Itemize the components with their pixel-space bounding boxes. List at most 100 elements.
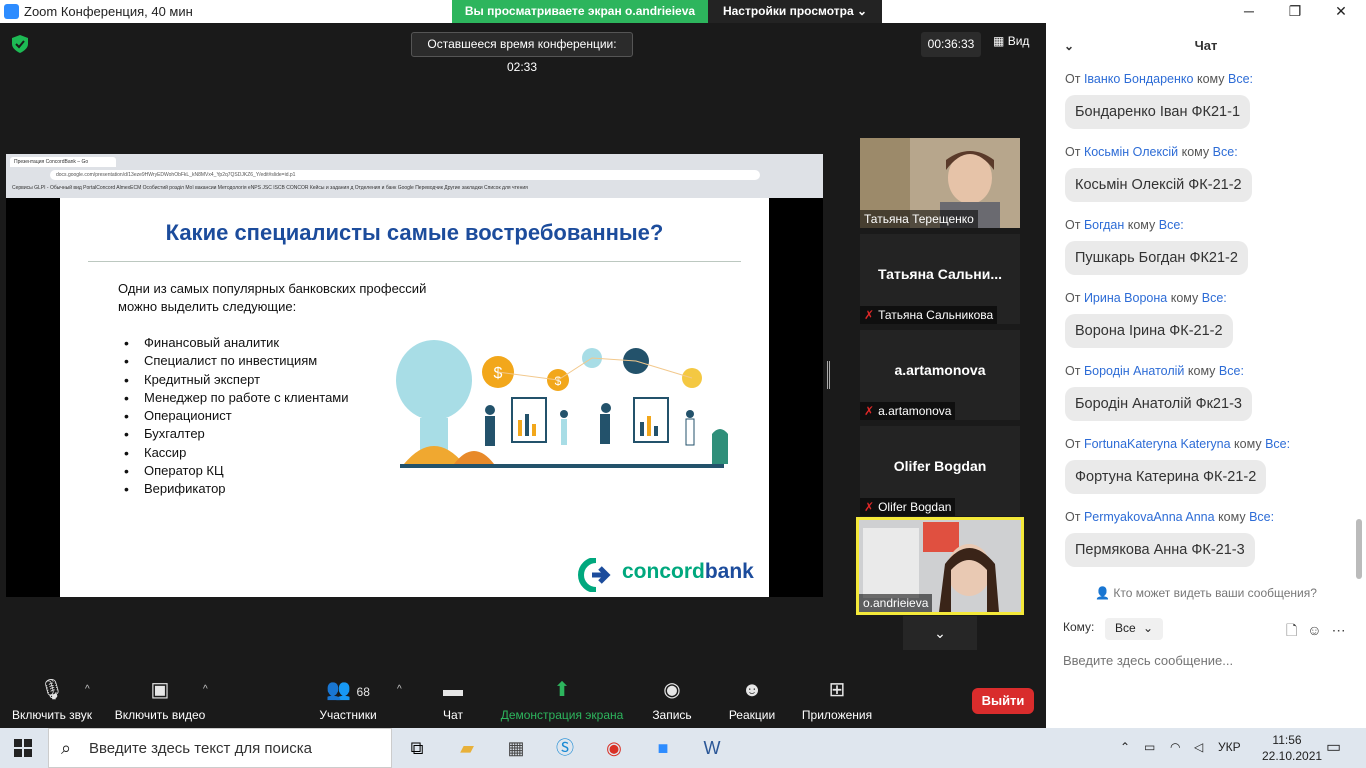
apps-button[interactable]: ⊞ Приложения — [798, 678, 876, 726]
more-icon[interactable]: ⋯ — [1332, 622, 1356, 638]
scrollbar-thumb[interactable] — [1356, 519, 1362, 579]
calendar-app-icon[interactable]: ▦ — [501, 734, 531, 762]
mic-muted-icon: 🎙 — [39, 679, 65, 701]
who-can-see-text: Кто может видеть ваши сообщения? — [1113, 586, 1317, 600]
chat-scrollbar[interactable] — [1356, 71, 1362, 579]
language-indicator[interactable]: УКР — [1218, 740, 1241, 754]
message-header: От PermyakovaAnna Anna кому Все: — [1065, 510, 1275, 524]
zoom-logo-icon — [4, 4, 19, 19]
chrome-icon[interactable]: ◉ — [599, 734, 629, 762]
sender-name[interactable]: Косьмін Олексій — [1084, 145, 1178, 159]
participant-tile[interactable]: Татьяна Сальни... ✗ Татьяна Сальникова — [860, 234, 1020, 324]
participant-video[interactable]: Татьяна Терещенко — [860, 138, 1020, 228]
person-lock-icon: 👤 — [1095, 586, 1111, 600]
concordbank-logo: concordbank — [576, 557, 766, 593]
active-speaker-video[interactable]: o.andrieieva — [856, 517, 1024, 615]
chevron-down-icon[interactable]: ⌄ — [1064, 23, 1074, 69]
security-shield-icon[interactable] — [12, 35, 28, 53]
chat-message: Пермякова Анна ФК-21-3 — [1065, 533, 1255, 567]
participants-button[interactable]: 👥 68 Участники — [316, 678, 380, 726]
view-button[interactable]: ▦ Вид — [993, 34, 1029, 48]
close-window-button[interactable]: ✕ — [1318, 2, 1364, 20]
message-header: От FortunaKateryna Kateryna кому Все: — [1065, 437, 1291, 451]
sender-name[interactable]: Бородін Анатолій — [1084, 364, 1184, 378]
unmute-button[interactable]: 🎙 Включить звук — [8, 678, 96, 726]
participant-name: Татьяна Сальникова — [878, 308, 994, 322]
volume-icon[interactable]: ◁ — [1194, 740, 1203, 754]
file-icon[interactable]: 🗋 — [1286, 622, 1307, 638]
recipient-name[interactable]: Все: — [1159, 218, 1184, 232]
shared-screen: Презентация ConcordBank – Go docs.google… — [6, 154, 823, 597]
file-explorer-icon[interactable]: ▰ — [452, 734, 482, 762]
recipient-select[interactable]: Все ⌄ — [1105, 618, 1163, 640]
task-view-icon[interactable]: ⧉ — [402, 734, 432, 762]
recipient-name[interactable]: Все: — [1228, 72, 1253, 86]
participant-tile[interactable]: a.artamonova ✗ a.artamonova — [860, 330, 1020, 420]
participants-options-caret[interactable]: ^ — [397, 684, 402, 695]
chevron-up-icon[interactable]: ⌃ — [1120, 740, 1130, 754]
word-icon[interactable]: W — [697, 734, 727, 762]
battery-icon[interactable]: ▭ — [1144, 740, 1155, 754]
list-item: Оператор КЦ — [124, 462, 349, 481]
emoji-icon[interactable]: ☺ — [1307, 622, 1331, 638]
recipient-name[interactable]: Все: — [1265, 437, 1290, 451]
to-label: Кому: — [1063, 620, 1095, 634]
wifi-icon[interactable]: ◠ — [1170, 740, 1180, 754]
chat-message-input[interactable] — [1063, 650, 1353, 670]
participant-display-name: Olifer Bogdan — [893, 458, 987, 474]
viewing-share-banner: Вы просматриваете экран o.andrieieva — [452, 0, 708, 23]
zoom-app-icon[interactable]: ■ — [648, 734, 678, 762]
who-can-see-link[interactable]: 👤 Кто может видеть ваши сообщения? — [1046, 586, 1366, 600]
list-item: Операционист — [124, 407, 349, 426]
start-video-button[interactable]: ▣ Включить видео — [112, 678, 208, 726]
windows-start-icon[interactable] — [14, 739, 32, 757]
chat-button[interactable]: ▬ Чат — [432, 678, 474, 726]
minimize-button[interactable]: ─ — [1226, 2, 1272, 20]
sender-name[interactable]: PermyakovaAnna Anna — [1084, 510, 1215, 524]
sender-name[interactable]: Богдан — [1084, 218, 1124, 232]
recipient-name[interactable]: Все: — [1249, 510, 1274, 524]
view-button-label: Вид — [1007, 34, 1030, 48]
taskbar-clock[interactable]: 11:56 22.10.2021 — [1262, 732, 1323, 764]
chevron-down-icon[interactable]: ⌄ — [903, 616, 977, 650]
restore-button[interactable]: ❐ — [1272, 2, 1318, 20]
record-button[interactable]: ◉ Запись — [648, 678, 696, 726]
chat-message: Фортуна Катерина ФК-21-2 — [1065, 460, 1267, 494]
slide-divider — [88, 261, 741, 262]
professions-list: Финансовый аналитик Специалист по инвест… — [124, 334, 349, 499]
video-off-icon: ▣ — [150, 679, 170, 701]
sender-name[interactable]: Ирина Ворона — [1084, 291, 1167, 305]
clock-date: 22.10.2021 — [1262, 749, 1323, 763]
chat-message: Косьмін Олексій ФК-21-2 — [1065, 168, 1252, 202]
sender-name[interactable]: FortunaKateryna Kateryna — [1084, 437, 1231, 451]
skype-icon[interactable]: Ⓢ — [550, 734, 580, 762]
concordbank-wordmark: concordbank — [622, 560, 754, 583]
view-options-button[interactable]: Настройки просмотра ⌄ — [708, 0, 882, 23]
notifications-icon[interactable]: ▭ — [1326, 737, 1341, 757]
list-item: Кассир — [124, 444, 349, 463]
reactions-smiley-icon: ☻ — [741, 679, 763, 701]
audio-options-caret[interactable]: ^ — [85, 684, 90, 695]
recipient-name[interactable]: Все: — [1202, 291, 1227, 305]
taskbar-search[interactable]: ⌕ Введите здесь текст для поиска — [48, 728, 392, 768]
panel-resize-handle[interactable] — [827, 361, 830, 389]
recipient-name[interactable]: Все: — [1213, 145, 1238, 159]
video-options-caret[interactable]: ^ — [203, 684, 208, 695]
apps-label: Приложения — [801, 708, 873, 722]
list-item: Бухгалтер — [124, 425, 349, 444]
sender-name[interactable]: Іванко Бондаренко — [1084, 72, 1194, 86]
muted-mic-icon: ✗ — [864, 500, 875, 514]
presentation-slide: Какие специалисты самые востребованные? … — [60, 198, 769, 597]
share-screen-button[interactable]: ⬆ Демонстрация экрана — [498, 678, 626, 726]
taskbar-search-placeholder: Введите здесь текст для поиска — [89, 740, 312, 757]
leave-button[interactable]: Выйти — [972, 688, 1034, 714]
recipient-name[interactable]: Все: — [1219, 364, 1244, 378]
message-header: От Косьмін Олексій кому Все: — [1065, 145, 1238, 159]
meeting-toolbar: 🎙 Включить звук ^ ▣ Включить видео ^ 👥 6… — [0, 672, 1046, 728]
participants-icon: 👥 68 — [326, 679, 370, 701]
chat-label: Чат — [443, 708, 463, 722]
chat-bubble-icon: ▬ — [443, 679, 463, 701]
reactions-button[interactable]: ☻ Реакции — [726, 678, 778, 726]
chat-message: Пушкарь Богдан ФК21-2 — [1065, 241, 1248, 275]
participant-tile[interactable]: Olifer Bogdan ✗ Olifer Bogdan — [860, 426, 1020, 516]
